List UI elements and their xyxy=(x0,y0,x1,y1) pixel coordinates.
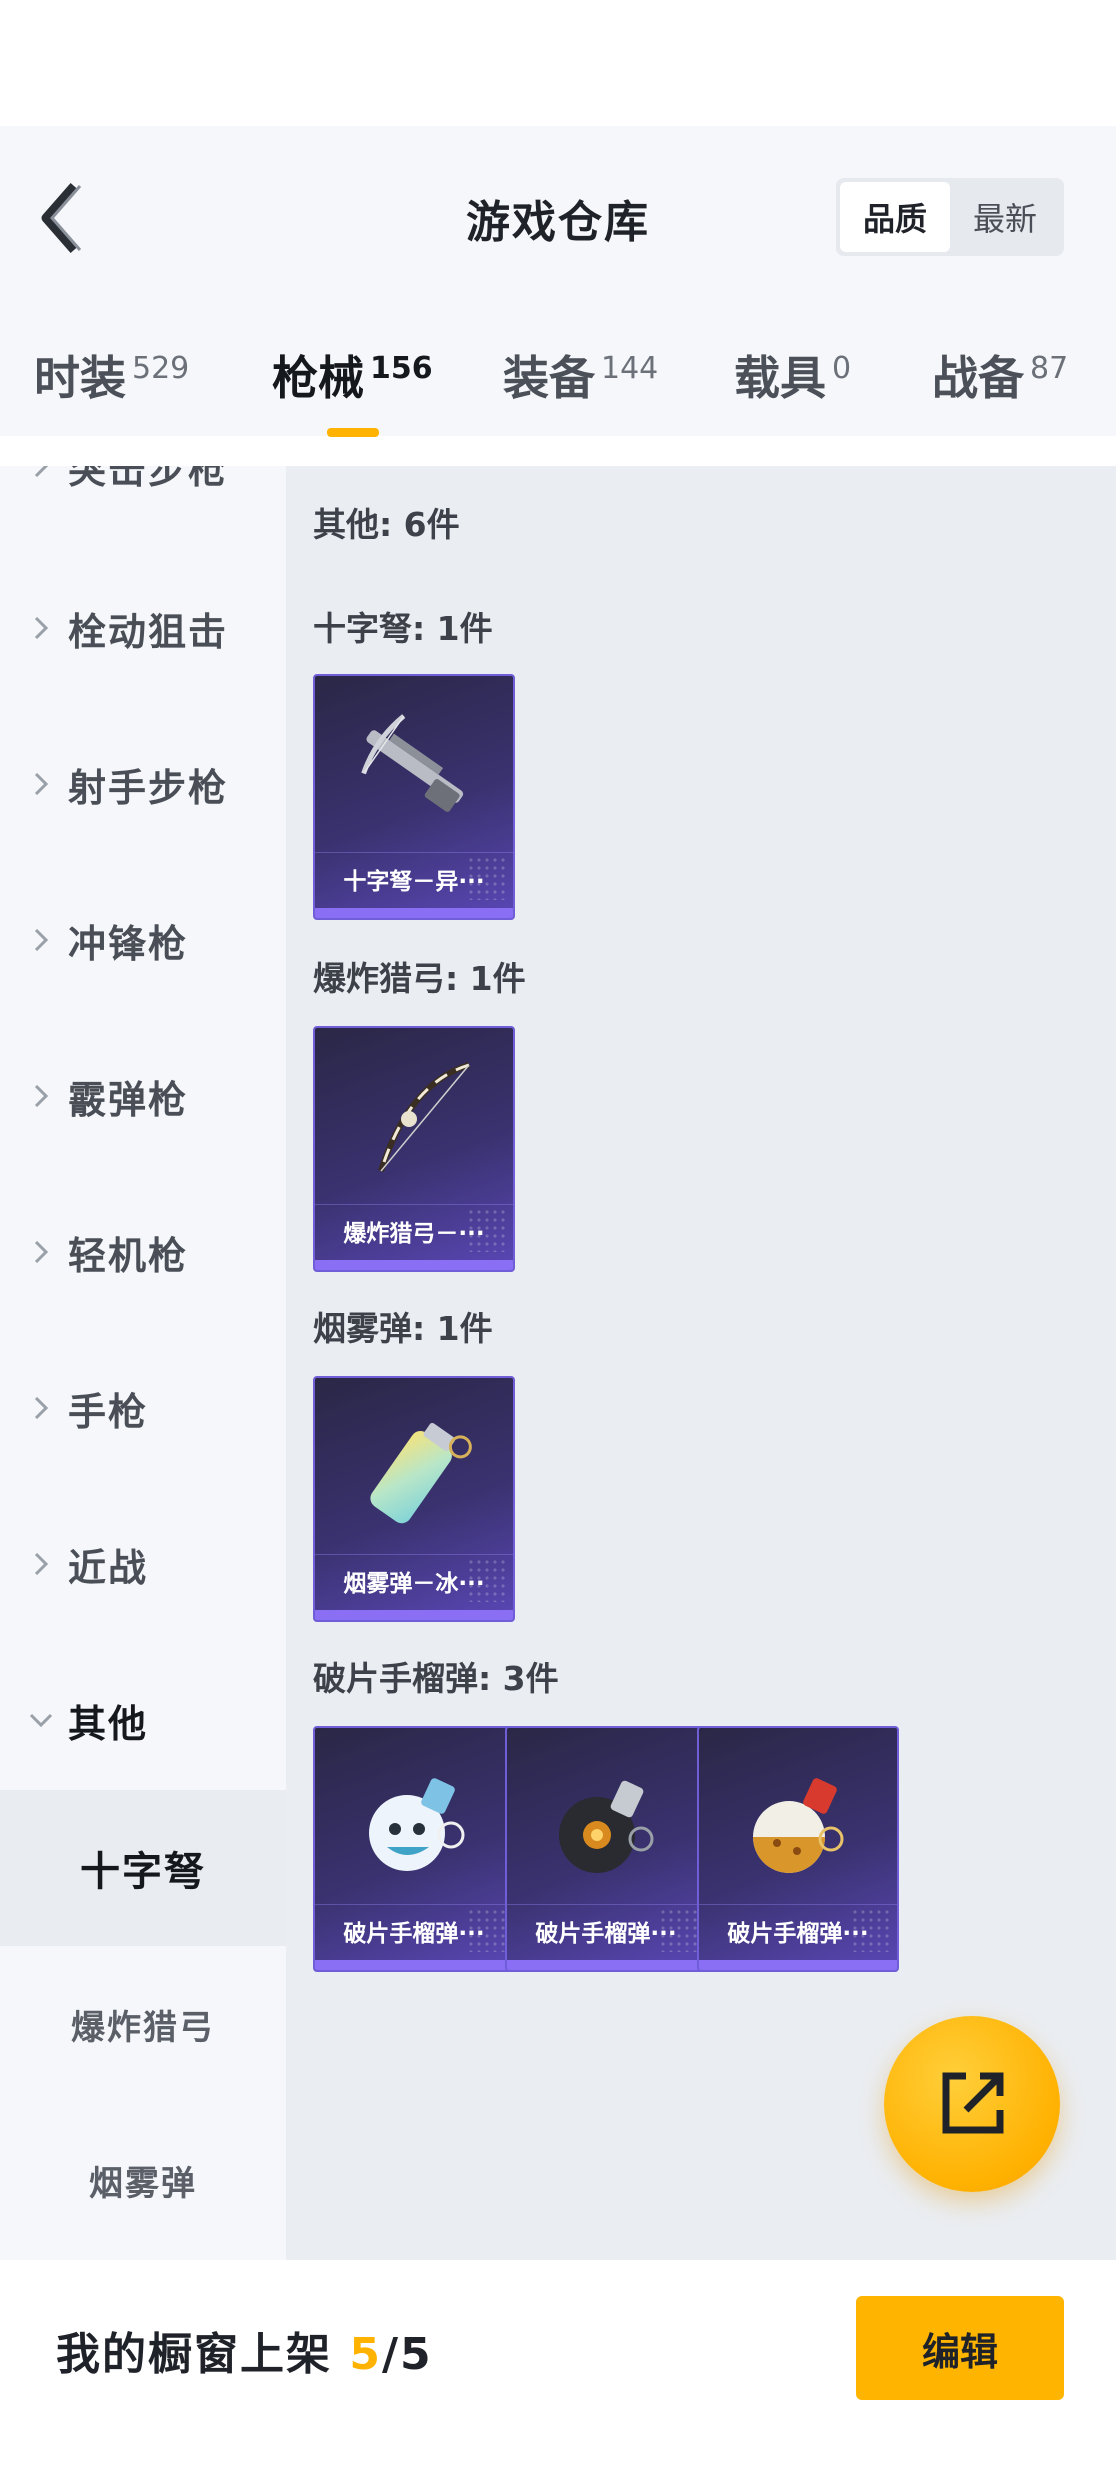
tab-vehicles[interactable]: 载具 0 xyxy=(734,336,851,436)
tab-label: 战备 xyxy=(932,351,1024,405)
item-card[interactable]: 破片手榴弹··· xyxy=(697,1726,899,1972)
sidebar-item-lmg[interactable]: 轻机枪 xyxy=(0,1174,286,1330)
chevron-right-icon xyxy=(26,466,56,481)
sidebar-item-label: 其他 xyxy=(68,1701,149,1746)
active-tab-indicator xyxy=(327,428,379,437)
group-title: 烟雾弹: 1件 xyxy=(313,1309,493,1348)
chevron-right-icon xyxy=(26,1549,56,1579)
status-bar xyxy=(0,0,1116,126)
group-title: 十字弩: 1件 xyxy=(313,609,493,648)
item-card[interactable]: 十字弩－异··· xyxy=(313,674,515,920)
sidebar-item-label: 突击步枪 xyxy=(68,466,229,492)
sidebar-item-label: 手枪 xyxy=(68,1389,149,1434)
item-card[interactable]: 破片手榴弹··· xyxy=(313,1726,515,1972)
sidebar-item-other[interactable]: 其他 xyxy=(0,1642,286,1798)
card-row: 烟雾弹－冰··· xyxy=(313,1376,515,1622)
sidebar-item-label: 栓动狙击 xyxy=(68,609,229,654)
category-tabs: 时装 529 枪械 156 装备 144 载具 0 战备 87 xyxy=(0,336,1116,436)
showcase-label: 我的橱窗上架 xyxy=(56,2329,332,2380)
tab-label: 时装 xyxy=(34,351,126,405)
item-name: 十字弩－异··· xyxy=(315,852,513,904)
item-name: 爆炸猎弓－··· xyxy=(315,1204,513,1256)
item-name: 烟雾弹－冰··· xyxy=(315,1554,513,1606)
category-summary: 其他: 6件 xyxy=(313,505,460,544)
sidebar-item-label: 射手步枪 xyxy=(68,765,229,810)
sidebar-item-bolt-sniper[interactable]: 栓动狙击 xyxy=(0,550,286,706)
item-name: 破片手榴弹··· xyxy=(315,1904,513,1956)
card-row: 爆炸猎弓－··· xyxy=(313,1026,515,1272)
rarity-bar xyxy=(699,1960,897,1970)
rarity-bar xyxy=(315,908,513,918)
sidebar: 突击步枪 栓动狙击 射手步枪 冲锋枪 霰弹枪 轻机枪 手枪 近战 其他 十字弩 … xyxy=(0,466,286,2260)
grenade-image xyxy=(507,1728,705,1908)
tab-count: 87 xyxy=(1030,351,1069,386)
item-card[interactable]: 爆炸猎弓－··· xyxy=(313,1026,515,1272)
tab-count: 156 xyxy=(370,351,433,386)
sidebar-subitem-smoke-grenade[interactable]: 烟雾弹 xyxy=(0,2102,286,2258)
bow-image xyxy=(315,1028,513,1208)
sidebar-item-label: 霰弹枪 xyxy=(68,1077,189,1122)
sidebar-item-assault-rifle[interactable]: 突击步枪 xyxy=(0,466,286,544)
smoke-grenade-image xyxy=(315,1378,513,1558)
sort-option-newest[interactable]: 最新 xyxy=(950,182,1060,252)
sidebar-item-melee[interactable]: 近战 xyxy=(0,1486,286,1642)
sort-toggle[interactable]: 品质 最新 xyxy=(836,178,1064,256)
sidebar-item-label: 近战 xyxy=(68,1545,149,1590)
crossbow-image xyxy=(315,676,513,856)
grenade-image xyxy=(315,1728,513,1908)
edit-button[interactable]: 编辑 xyxy=(856,2296,1064,2400)
sidebar-item-shotgun[interactable]: 霰弹枪 xyxy=(0,1018,286,1174)
rarity-bar xyxy=(315,1610,513,1620)
tab-label: 装备 xyxy=(503,351,595,405)
sidebar-item-pistol[interactable]: 手枪 xyxy=(0,1330,286,1486)
tab-equipment[interactable]: 装备 144 xyxy=(503,336,658,436)
group-title: 爆炸猎弓: 1件 xyxy=(313,959,526,998)
chevron-right-icon xyxy=(26,925,56,955)
sidebar-item-smg[interactable]: 冲锋枪 xyxy=(0,862,286,1018)
card-row: 破片手榴弹··· 破片手榴弹··· 破片手榴弹··· xyxy=(313,1726,899,1972)
tab-count: 144 xyxy=(601,351,659,386)
chevron-right-icon xyxy=(26,1237,56,1267)
tab-fashion[interactable]: 时装 529 xyxy=(34,336,189,436)
item-card[interactable]: 破片手榴弹··· xyxy=(505,1726,707,1972)
sidebar-item-label: 冲锋枪 xyxy=(68,921,189,966)
rarity-bar xyxy=(315,1960,513,1970)
showcase-total: /5 xyxy=(381,2329,433,2380)
tab-count: 529 xyxy=(132,351,190,386)
tab-label: 枪械 xyxy=(272,351,364,405)
rarity-bar xyxy=(315,1260,513,1270)
chevron-right-icon xyxy=(26,769,56,799)
item-name: 破片手榴弹··· xyxy=(507,1904,705,1956)
sidebar-subitem-explosive-bow[interactable]: 爆炸猎弓 xyxy=(0,1946,286,2102)
chevron-right-icon xyxy=(26,1081,56,1111)
tab-tactical[interactable]: 战备 87 xyxy=(932,336,1068,436)
card-row: 十字弩－异··· xyxy=(313,674,515,920)
tab-label: 载具 xyxy=(734,351,826,405)
sidebar-item-label: 轻机枪 xyxy=(68,1233,189,1278)
item-name: 破片手榴弹··· xyxy=(699,1904,897,1956)
share-button[interactable] xyxy=(884,2016,1060,2192)
item-content: 其他: 6件 十字弩: 1件 十字弩－异··· 爆炸猎弓: 1件 爆炸猎弓－··… xyxy=(286,466,1116,2260)
sort-option-quality[interactable]: 品质 xyxy=(840,182,950,252)
item-card[interactable]: 烟雾弹－冰··· xyxy=(313,1376,515,1622)
tab-firearms[interactable]: 枪械 156 xyxy=(272,336,433,436)
tab-count: 0 xyxy=(832,351,852,386)
showcase-status: 我的橱窗上架 5/5 xyxy=(56,2318,433,2382)
sidebar-item-marksman-rifle[interactable]: 射手步枪 xyxy=(0,706,286,862)
rarity-bar xyxy=(507,1960,705,1970)
chevron-right-icon xyxy=(26,613,56,643)
share-external-icon xyxy=(942,2072,1004,2134)
group-title: 破片手榴弹: 3件 xyxy=(313,1659,559,1698)
chevron-down-icon xyxy=(26,1705,56,1735)
chevron-right-icon xyxy=(26,1393,56,1423)
grenade-image xyxy=(699,1728,897,1908)
showcase-current: 5 xyxy=(349,2329,382,2380)
sidebar-subitem-crossbow[interactable]: 十字弩 xyxy=(0,1790,286,1946)
